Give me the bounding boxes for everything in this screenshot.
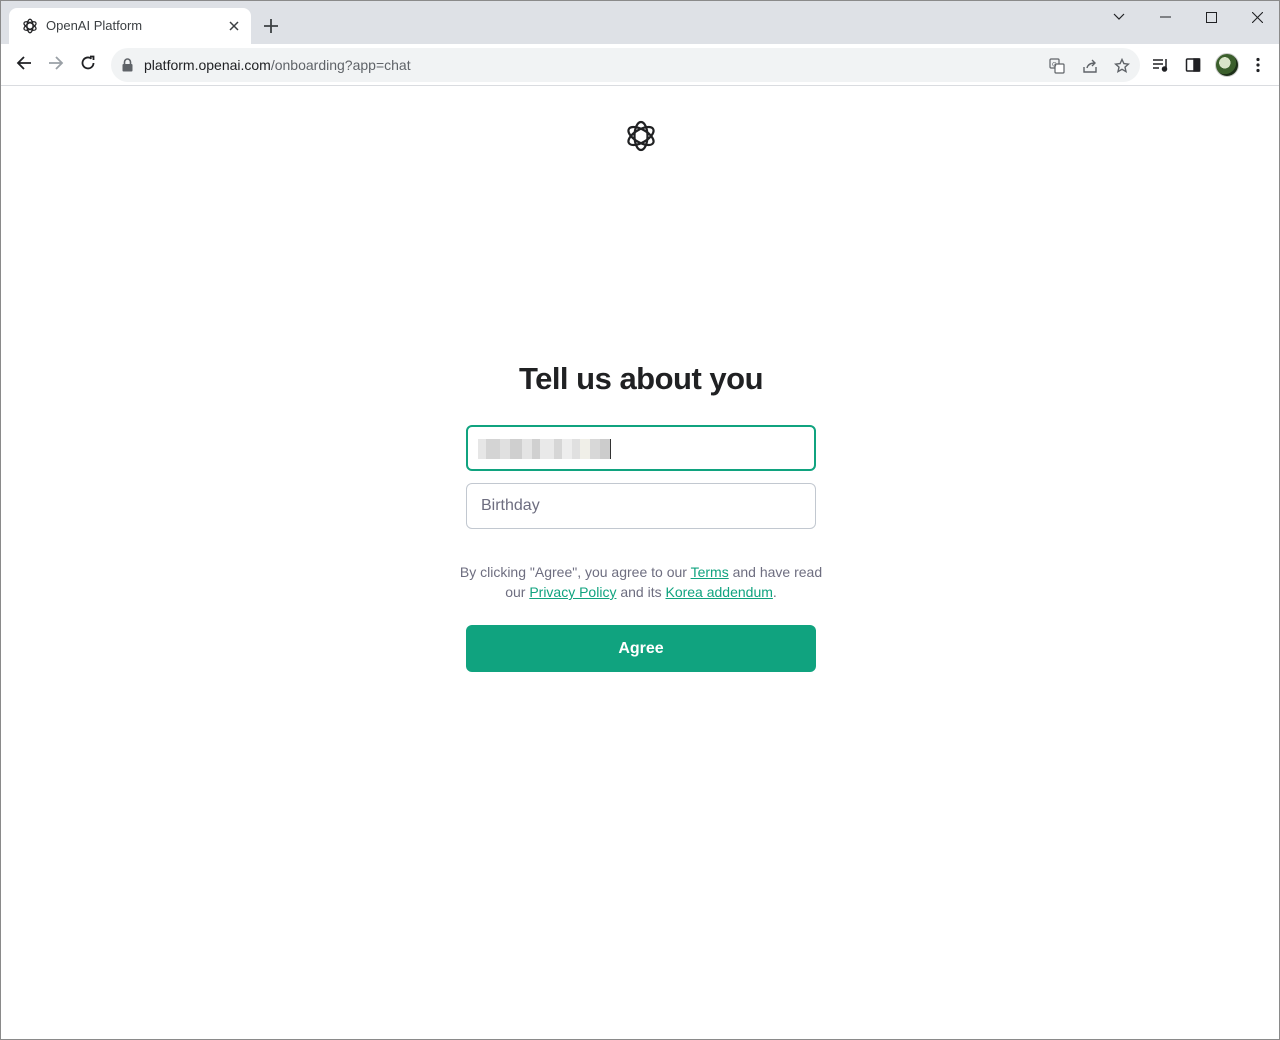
svg-text:G: G <box>1052 62 1057 69</box>
address-bar[interactable]: platform.openai.com/onboarding?app=chat … <box>111 48 1140 82</box>
url-path: /onboarding?app=chat <box>270 57 411 73</box>
tab-title: OpenAI Platform <box>46 18 143 33</box>
minimize-icon[interactable] <box>1142 5 1188 29</box>
korea-addendum-link[interactable]: Korea addendum <box>665 584 772 600</box>
browser-window: OpenAI Platform platform.openai.com/onbo… <box>0 0 1280 1040</box>
tab-strip: OpenAI Platform <box>1 1 1279 44</box>
openai-logo-icon <box>623 118 659 154</box>
translate-icon[interactable]: G <box>1047 56 1067 76</box>
star-icon[interactable] <box>1112 56 1132 76</box>
chevron-down-icon[interactable] <box>1096 5 1142 29</box>
arrow-right-icon <box>48 55 64 76</box>
redacted-name-value <box>478 439 611 459</box>
reload-button[interactable] <box>74 51 102 79</box>
back-button[interactable] <box>10 51 38 79</box>
birthday-input[interactable] <box>467 484 815 528</box>
kebab-menu-icon[interactable] <box>1248 55 1268 75</box>
full-name-field[interactable] <box>466 425 816 471</box>
openai-logo-icon <box>21 17 39 35</box>
side-panel-icon[interactable] <box>1183 55 1203 75</box>
url-host: platform.openai.com <box>144 57 271 73</box>
agree-button[interactable]: Agree <box>466 625 816 672</box>
legal-text-1: By clicking "Agree", you agree to our <box>459 564 691 580</box>
browser-toolbar: platform.openai.com/onboarding?app=chat … <box>1 44 1279 86</box>
maximize-icon[interactable] <box>1188 5 1234 29</box>
lock-icon[interactable] <box>122 58 133 77</box>
new-tab-button[interactable] <box>259 14 283 38</box>
legal-notice: By clicking "Agree", you agree to our Te… <box>456 562 826 602</box>
close-icon[interactable] <box>225 17 243 35</box>
legal-text-4: . <box>772 584 777 600</box>
url-text[interactable]: platform.openai.com/onboarding?app=chat <box>144 57 411 73</box>
legal-text-3: and its <box>616 584 666 600</box>
privacy-policy-link[interactable]: Privacy Policy <box>529 584 616 600</box>
arrow-left-icon <box>16 55 32 76</box>
forward-button[interactable] <box>42 51 70 79</box>
birthday-field[interactable] <box>466 483 816 529</box>
browser-tab[interactable]: OpenAI Platform <box>9 8 251 44</box>
reload-icon <box>80 55 96 76</box>
media-control-icon[interactable] <box>1151 55 1171 75</box>
terms-link[interactable]: Terms <box>691 564 729 580</box>
page-title: Tell us about you <box>518 361 764 396</box>
share-icon[interactable] <box>1080 56 1100 76</box>
profile-avatar[interactable] <box>1215 53 1239 77</box>
close-icon[interactable] <box>1234 5 1280 29</box>
